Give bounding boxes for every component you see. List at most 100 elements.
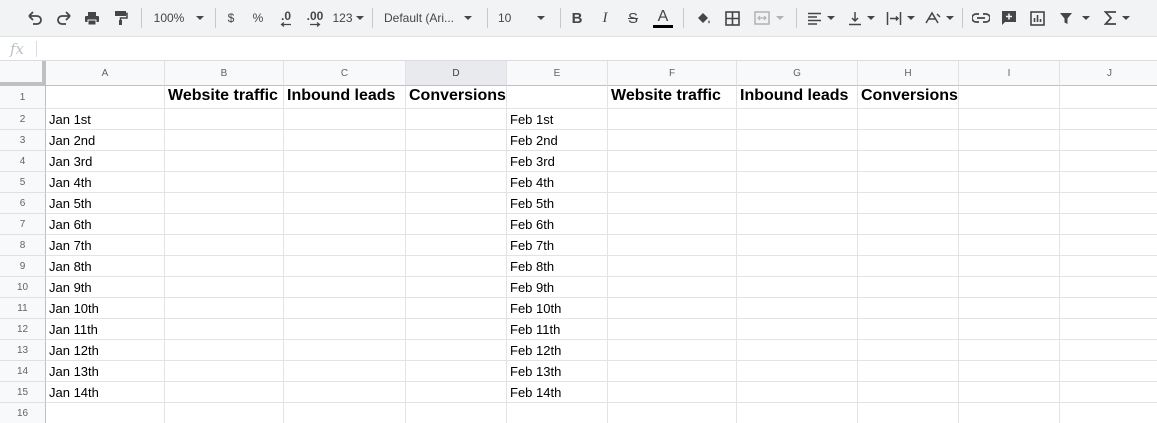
cell[interactable] [406,130,507,151]
text-rotation-button[interactable] [922,6,956,30]
cell[interactable] [737,193,858,214]
cell[interactable] [608,340,737,361]
cell[interactable] [959,130,1060,151]
cell[interactable] [858,193,959,214]
cell[interactable] [1060,256,1157,277]
row-header-12[interactable]: 12 [0,319,46,340]
cell[interactable] [1060,172,1157,193]
cell[interactable] [1060,86,1157,109]
cell[interactable]: Feb 2nd [507,130,608,151]
row-header-10[interactable]: 10 [0,277,46,298]
cell[interactable] [608,130,737,151]
cell[interactable] [858,151,959,172]
cell[interactable] [284,319,406,340]
cell[interactable] [406,193,507,214]
cell[interactable] [737,256,858,277]
cell[interactable] [737,361,858,382]
insert-link-button[interactable] [970,6,992,30]
cell[interactable] [959,277,1060,298]
cell[interactable] [959,172,1060,193]
cell[interactable] [1060,235,1157,256]
cell[interactable]: Jan 6th [46,214,165,235]
cell[interactable] [406,256,507,277]
cell[interactable] [737,235,858,256]
row-header-7[interactable]: 7 [0,214,46,235]
cell[interactable] [959,298,1060,319]
row-header-2[interactable]: 2 [0,109,46,130]
cell[interactable] [406,109,507,130]
column-header-b[interactable]: B [165,61,284,86]
cell[interactable] [406,298,507,319]
cell[interactable] [959,86,1060,109]
cell[interactable] [959,235,1060,256]
cell[interactable] [737,298,858,319]
row-header-5[interactable]: 5 [0,172,46,193]
cell[interactable] [1060,193,1157,214]
cell[interactable]: Feb 12th [507,340,608,361]
cell[interactable] [858,109,959,130]
vertical-align-button[interactable] [844,6,878,30]
cell[interactable] [46,86,165,109]
select-all-corner[interactable] [0,61,46,86]
cell[interactable]: Jan 7th [46,235,165,256]
cell[interactable] [608,193,737,214]
row-header-4[interactable]: 4 [0,151,46,172]
cell[interactable] [608,151,737,172]
cell[interactable] [1060,109,1157,130]
cell[interactable] [284,130,406,151]
filter-button[interactable] [1055,6,1093,30]
header-cell[interactable]: Conversions [858,86,959,109]
cell[interactable] [284,382,406,403]
column-header-d[interactable]: D [406,61,507,86]
cell[interactable] [737,214,858,235]
redo-button[interactable] [53,6,75,30]
cell[interactable] [406,151,507,172]
cell[interactable] [284,151,406,172]
cell[interactable] [959,340,1060,361]
percent-button[interactable]: % [249,6,267,30]
cell[interactable]: Jan 10th [46,298,165,319]
cell[interactable] [165,109,284,130]
column-header-j[interactable]: J [1060,61,1157,86]
cell[interactable] [1060,403,1157,423]
cell[interactable] [858,319,959,340]
header-cell[interactable]: Conversions [406,86,507,109]
cell[interactable] [284,403,406,423]
cell[interactable] [406,277,507,298]
cell[interactable] [165,193,284,214]
cell[interactable] [165,256,284,277]
cell[interactable] [959,403,1060,423]
row-header-3[interactable]: 3 [0,130,46,151]
column-header-a[interactable]: A [46,61,165,86]
cell[interactable] [406,403,507,423]
cell[interactable] [608,319,737,340]
cell[interactable] [284,214,406,235]
cell[interactable] [858,403,959,423]
cell[interactable] [959,214,1060,235]
cell[interactable] [737,172,858,193]
cell[interactable]: Feb 3rd [507,151,608,172]
cell[interactable] [737,277,858,298]
cell[interactable] [284,298,406,319]
italic-button[interactable]: I [596,6,614,30]
cell[interactable] [608,214,737,235]
cell[interactable] [608,382,737,403]
cell[interactable]: Feb 8th [507,256,608,277]
cell[interactable]: Jan 2nd [46,130,165,151]
cell[interactable] [507,86,608,109]
row-header-9[interactable]: 9 [0,256,46,277]
cell[interactable] [165,340,284,361]
row-header-1[interactable]: 1 [0,86,46,109]
row-header-8[interactable]: 8 [0,235,46,256]
cell[interactable]: Jan 3rd [46,151,165,172]
cell[interactable]: Jan 5th [46,193,165,214]
cell[interactable] [165,361,284,382]
merge-cells-button[interactable] [750,6,788,30]
formula-input[interactable] [42,39,1142,59]
cell[interactable]: Feb 4th [507,172,608,193]
cell[interactable] [165,298,284,319]
cell[interactable] [737,382,858,403]
column-header-h[interactable]: H [858,61,959,86]
cell[interactable]: Feb 10th [507,298,608,319]
cell[interactable] [858,235,959,256]
